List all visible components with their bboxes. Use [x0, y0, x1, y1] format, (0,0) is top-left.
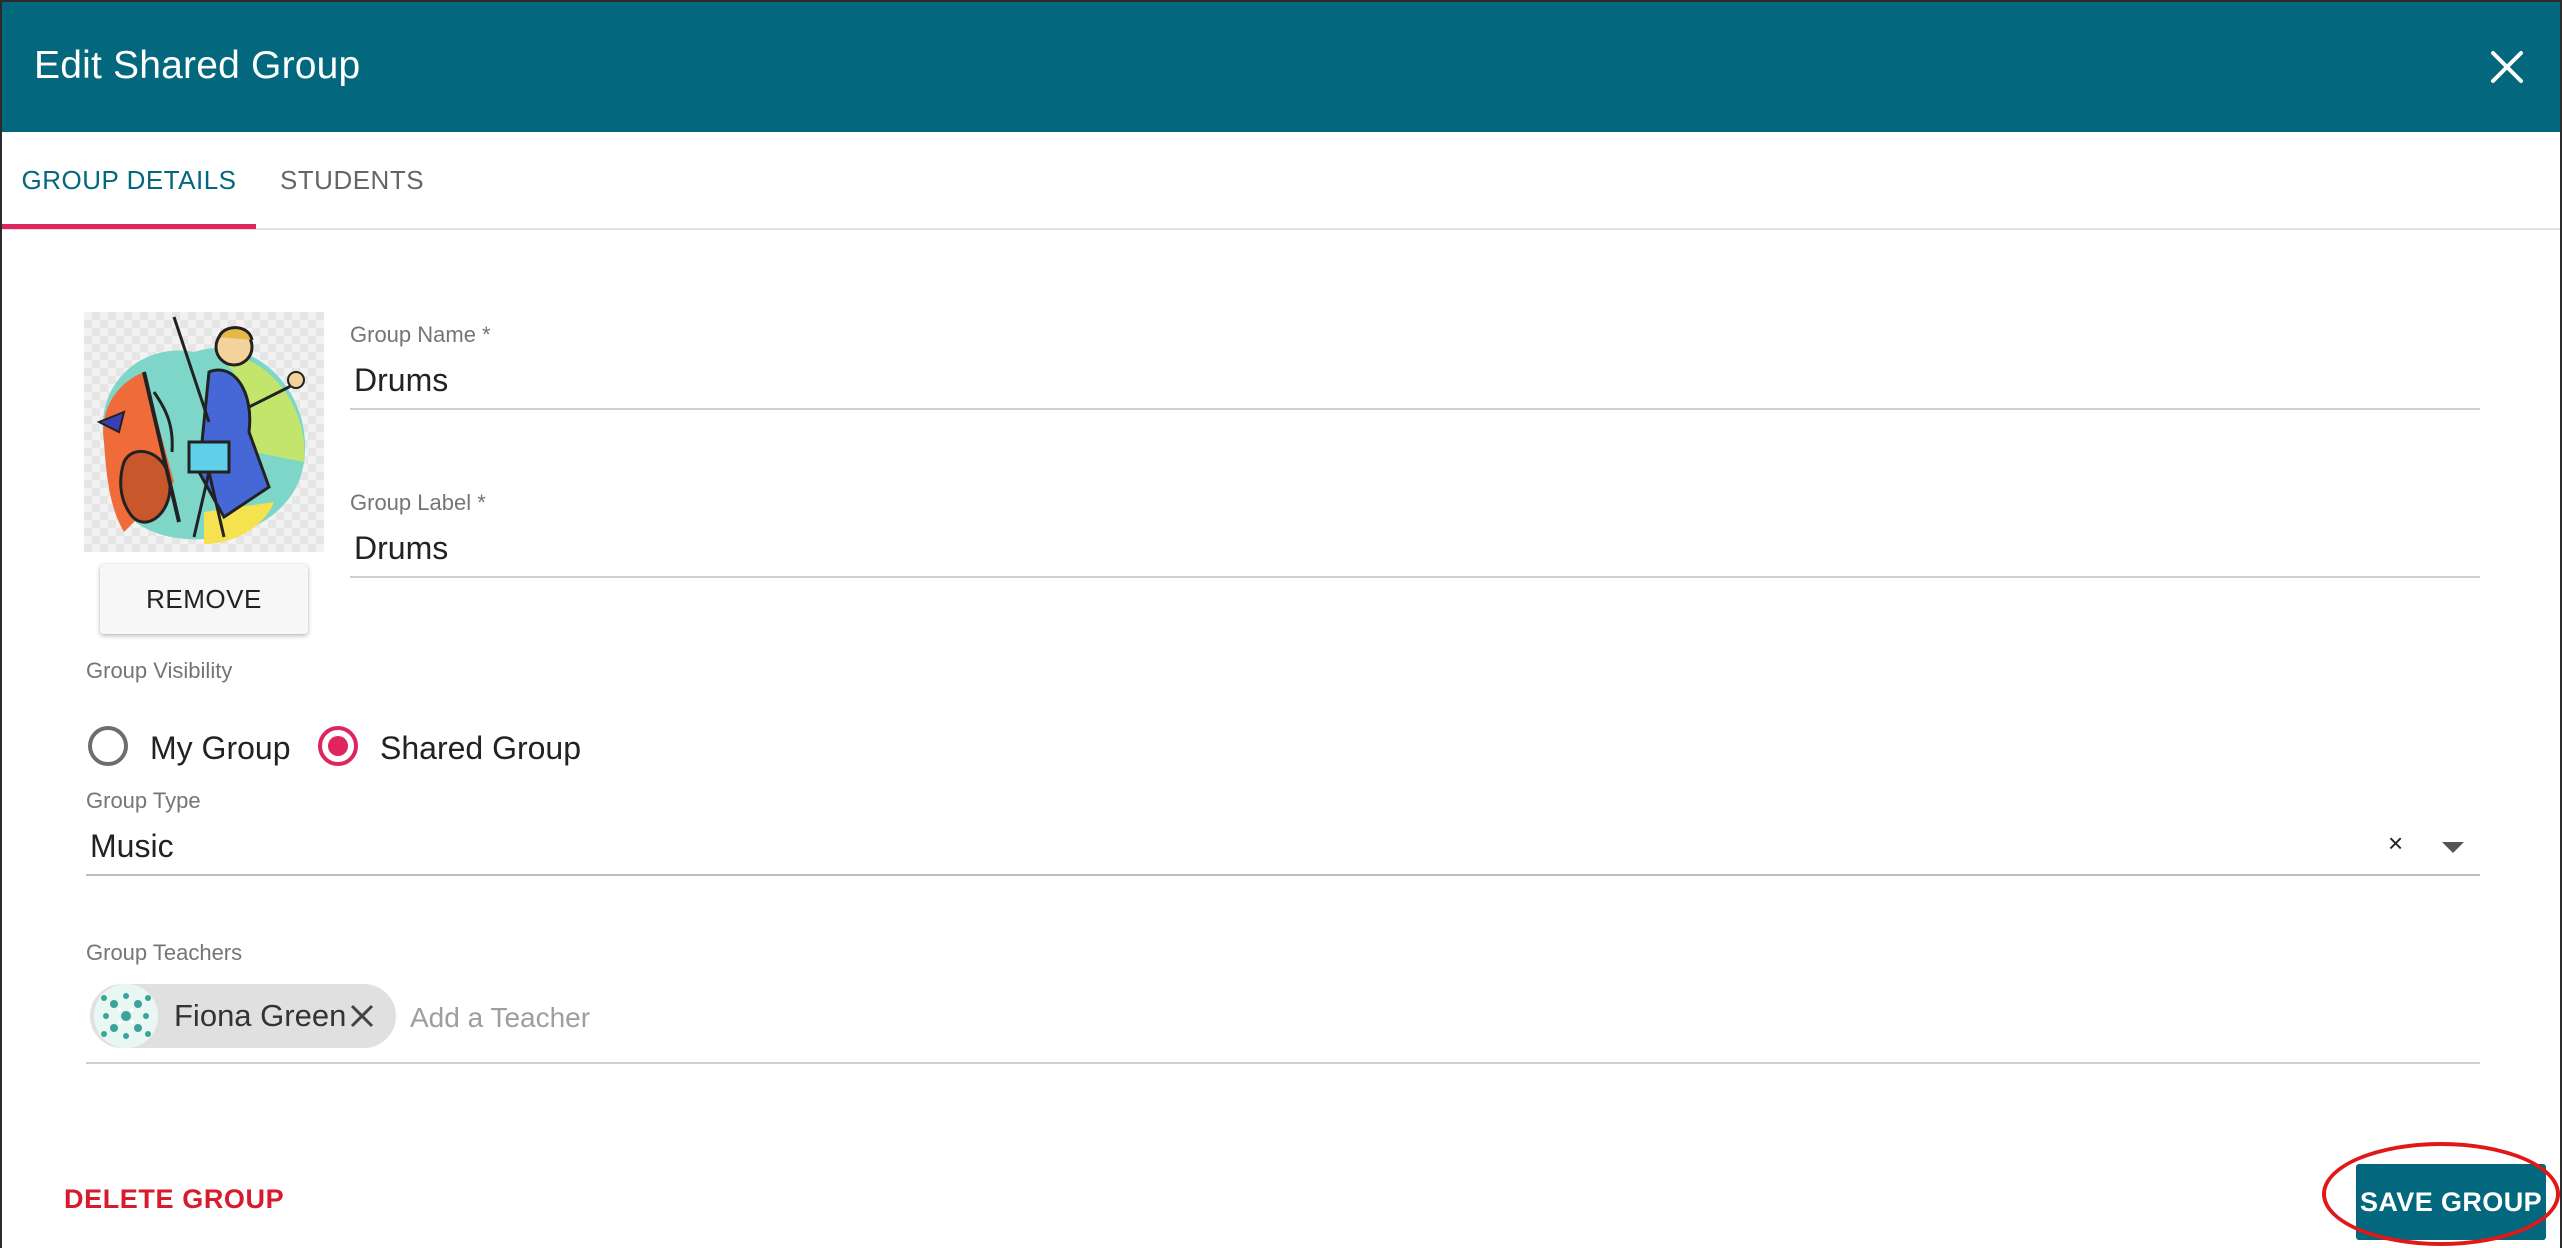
group-label-underline	[350, 576, 2480, 578]
remove-teacher-button[interactable]	[344, 998, 380, 1034]
teacher-avatar-pattern-icon	[94, 984, 158, 1048]
add-teacher-input[interactable]	[410, 996, 1410, 1040]
save-group-button[interactable]: SAVE GROUP	[2356, 1164, 2546, 1240]
close-button[interactable]	[2472, 32, 2542, 102]
group-type-select[interactable]: Music	[90, 828, 174, 865]
chevron-down-icon[interactable]	[2442, 842, 2464, 853]
radio-shared-group[interactable]	[318, 726, 358, 766]
group-image	[84, 312, 324, 552]
remove-image-button[interactable]: REMOVE	[100, 564, 308, 634]
group-visibility-label: Group Visibility	[86, 658, 233, 683]
radio-my-group-label[interactable]: My Group	[150, 730, 290, 767]
group-label-input[interactable]: Drums	[354, 530, 448, 567]
teacher-chip-label: Fiona Green	[174, 998, 347, 1033]
tab-students[interactable]: STUDENTS	[264, 132, 440, 228]
teacher-chip: Fiona Green	[90, 984, 396, 1048]
tab-group-details[interactable]: GROUP DETAILS	[2, 132, 256, 228]
close-icon	[350, 1004, 374, 1028]
delete-group-button[interactable]: DELETE GROUP	[64, 1184, 284, 1215]
orchestra-conductor-icon	[96, 316, 306, 544]
group-name-input[interactable]: Drums	[354, 362, 448, 399]
teacher-avatar	[94, 984, 158, 1048]
group-label-label: Group Label *	[350, 490, 486, 515]
edit-group-dialog: Edit Shared Group GROUP DETAILS STUDENTS	[2, 2, 2560, 1248]
group-type-label: Group Type	[86, 788, 201, 813]
active-tab-indicator	[2, 224, 256, 229]
group-name-underline	[350, 408, 2480, 410]
dialog-title: Edit Shared Group	[34, 44, 361, 87]
tab-bar: GROUP DETAILS STUDENTS	[2, 132, 2560, 230]
group-teachers-label: Group Teachers	[86, 940, 243, 965]
group-name-label: Group Name *	[350, 322, 491, 347]
dialog-titlebar: Edit Shared Group	[2, 2, 2560, 132]
group-type-underline	[86, 874, 2480, 876]
radio-shared-group-label[interactable]: Shared Group	[380, 730, 581, 767]
clear-selection-icon[interactable]: ×	[2388, 828, 2403, 859]
close-icon	[2491, 51, 2523, 83]
radio-my-group[interactable]	[88, 726, 128, 766]
group-teachers-underline	[86, 1062, 2480, 1064]
